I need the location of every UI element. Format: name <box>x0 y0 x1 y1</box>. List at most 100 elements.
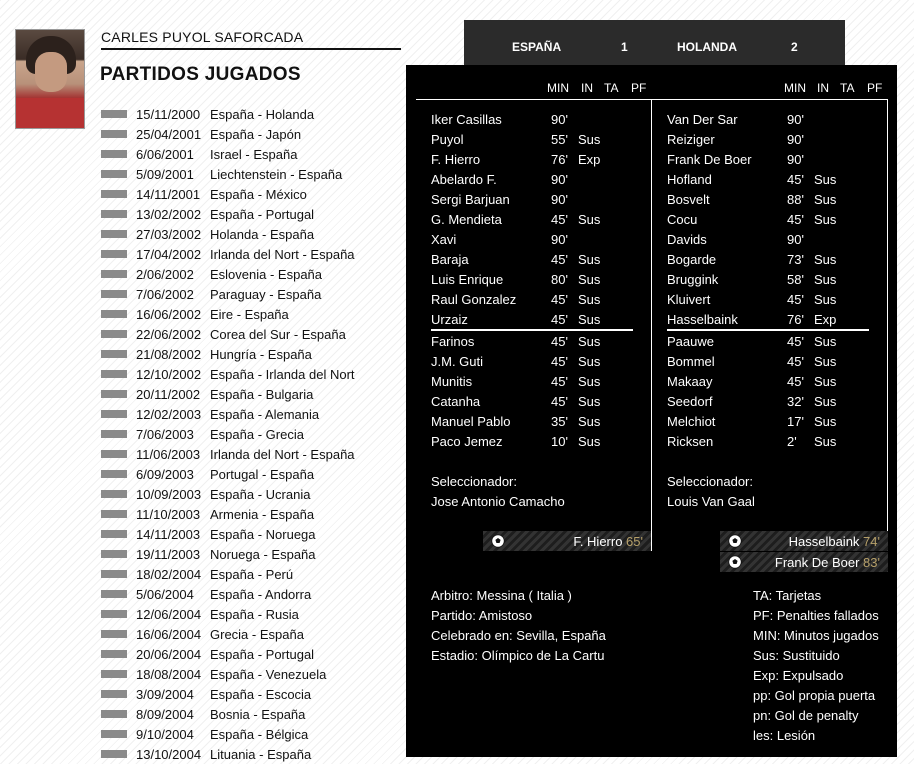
player-name: Makaay <box>667 374 713 389</box>
player-row: Bogarde 73' Sus <box>667 249 877 269</box>
match-list-item[interactable]: 22/06/2002 Corea del Sur - España <box>101 324 401 344</box>
match-list-item[interactable]: 13/02/2002 España - Portugal <box>101 204 401 224</box>
match-marker-icon <box>101 350 127 358</box>
player-minutes: 73' <box>787 252 804 267</box>
player-minutes: 45' <box>551 312 568 327</box>
player-row: Reiziger 90' <box>667 129 877 149</box>
match-teams[interactable]: España - Irlanda del Nort <box>210 367 355 382</box>
match-list-item[interactable]: 17/04/2002 Irlanda del Nort - España <box>101 244 401 264</box>
match-date: 7/06/2003 <box>136 426 194 442</box>
player-minutes: 88' <box>787 192 804 207</box>
match-teams[interactable]: España - Portugal <box>210 647 314 662</box>
match-teams[interactable]: España - Perú <box>210 567 293 582</box>
player-minutes: 76' <box>551 152 568 167</box>
match-list-item[interactable]: 19/11/2003 Noruega - España <box>101 544 401 564</box>
match-list-item[interactable]: 20/06/2004 España - Portugal <box>101 644 401 664</box>
match-list-item[interactable]: 6/06/2001 Israel - España <box>101 144 401 164</box>
match-teams[interactable]: España - Grecia <box>210 427 304 442</box>
player-row: F. Hierro 76' Exp <box>431 149 641 169</box>
match-list-item[interactable]: 10/09/2003 España - Ucrania <box>101 484 401 504</box>
match-list-item[interactable]: 16/06/2004 Grecia - España <box>101 624 401 644</box>
match-list-item[interactable]: 6/09/2003 Portugal - España <box>101 464 401 484</box>
match-teams[interactable]: Corea del Sur - España <box>210 327 346 342</box>
match-teams[interactable]: España - Ucrania <box>210 487 310 502</box>
match-teams[interactable]: Liechtenstein - España <box>210 167 342 182</box>
match-teams[interactable]: España - Escocia <box>210 687 311 702</box>
match-teams[interactable]: España - Venezuela <box>210 667 326 682</box>
match-teams[interactable]: Noruega - España <box>210 547 316 562</box>
match-list-item[interactable]: 5/06/2004 España - Andorra <box>101 584 401 604</box>
match-teams[interactable]: Portugal - España <box>210 467 314 482</box>
legend-item: TA: Tarjetas <box>753 588 822 603</box>
match-list-item[interactable]: 12/06/2004 España - Rusia <box>101 604 401 624</box>
match-teams[interactable]: Bosnia - España <box>210 707 305 722</box>
match-teams[interactable]: España - Rusia <box>210 607 299 622</box>
player-name: Paco Jemez <box>431 434 503 449</box>
match-list-item[interactable]: 7/06/2002 Paraguay - España <box>101 284 401 304</box>
player-status: Sus <box>578 312 601 327</box>
player-row: Abelardo F. 90' <box>431 169 641 189</box>
match-marker-icon <box>101 630 127 638</box>
player-name: Hofland <box>667 172 712 187</box>
match-marker-icon <box>101 470 127 478</box>
match-list-item[interactable]: 3/09/2004 España - Escocia <box>101 684 401 704</box>
match-teams[interactable]: España - Bulgaria <box>210 387 313 402</box>
player-name: Catanha <box>431 394 481 409</box>
match-teams[interactable]: Grecia - España <box>210 627 304 642</box>
home-team-name: ESPAÑA <box>512 40 562 54</box>
player-minutes: 10' <box>551 434 568 449</box>
player-row: Raul Gonzalez 45' Sus <box>431 289 641 309</box>
player-status: Sus <box>578 394 601 409</box>
match-list-item[interactable]: 7/06/2003 España - Grecia <box>101 424 401 444</box>
match-marker-icon <box>101 450 127 458</box>
match-teams[interactable]: España - Alemania <box>210 407 319 422</box>
home-coach-label: Seleccionador: <box>431 474 517 489</box>
match-teams[interactable]: España - Japón <box>210 127 301 142</box>
match-teams[interactable]: Holanda - España <box>210 227 314 242</box>
match-list-item[interactable]: 25/04/2001 España - Japón <box>101 124 401 144</box>
match-teams[interactable]: Israel - España <box>210 147 297 162</box>
match-teams[interactable]: Eslovenia - España <box>210 267 322 282</box>
player-status: Sus <box>814 292 837 307</box>
match-list-item[interactable]: 13/10/2004 Lituania - España <box>101 744 401 764</box>
match-teams[interactable]: Irlanda del Nort - España <box>210 247 355 262</box>
match-list-item[interactable]: 20/11/2002 España - Bulgaria <box>101 384 401 404</box>
match-list-item[interactable]: 12/02/2003 España - Alemania <box>101 404 401 424</box>
match-teams[interactable]: España - Holanda <box>210 107 314 122</box>
match-list-item[interactable]: 8/09/2004 Bosnia - España <box>101 704 401 724</box>
player-row: Melchiot 17' Sus <box>667 411 877 431</box>
match-list-item[interactable]: 18/02/2004 España - Perú <box>101 564 401 584</box>
match-teams[interactable]: España - México <box>210 187 307 202</box>
match-list-item[interactable]: 18/08/2004 España - Venezuela <box>101 664 401 684</box>
col-ta-home: TA <box>604 81 619 95</box>
match-teams[interactable]: España - Portugal <box>210 207 314 222</box>
match-teams[interactable]: Lituania - España <box>210 747 311 762</box>
player-name: Hasselbaink <box>667 312 738 327</box>
match-teams[interactable]: España - Bélgica <box>210 727 308 742</box>
player-name: Sergi Barjuan <box>431 192 510 207</box>
match-teams[interactable]: Paraguay - España <box>210 287 321 302</box>
match-list-item[interactable]: 14/11/2001 España - México <box>101 184 401 204</box>
match-teams[interactable]: España - Noruega <box>210 527 316 542</box>
player-minutes: 45' <box>551 394 568 409</box>
match-date: 19/11/2003 <box>136 546 201 562</box>
match-list-item[interactable]: 2/06/2002 Eslovenia - España <box>101 264 401 284</box>
match-list-item[interactable]: 12/10/2002 España - Irlanda del Nort <box>101 364 401 384</box>
match-teams[interactable]: Hungría - España <box>210 347 312 362</box>
match-list-item[interactable]: 27/03/2002 Holanda - España <box>101 224 401 244</box>
match-list-item[interactable]: 9/10/2004 España - Bélgica <box>101 724 401 744</box>
match-list-item[interactable]: 21/08/2002 Hungría - España <box>101 344 401 364</box>
match-list-item[interactable]: 14/11/2003 España - Noruega <box>101 524 401 544</box>
player-minutes: 2' <box>787 434 797 449</box>
player-status: Sus <box>814 334 837 349</box>
match-list-item[interactable]: 16/06/2002 Eire - España <box>101 304 401 324</box>
match-list-item[interactable]: 11/06/2003 Irlanda del Nort - España <box>101 444 401 464</box>
match-teams[interactable]: España - Andorra <box>210 587 311 602</box>
match-list-item[interactable]: 5/09/2001 Liechtenstein - España <box>101 164 401 184</box>
match-teams[interactable]: Armenia - España <box>210 507 314 522</box>
match-teams[interactable]: Irlanda del Nort - España <box>210 447 355 462</box>
match-list-item[interactable]: 15/11/2000 España - Holanda <box>101 104 401 124</box>
match-teams[interactable]: Eire - España <box>210 307 289 322</box>
match-list-item[interactable]: 11/10/2003 Armenia - España <box>101 504 401 524</box>
legend: TA: Tarjetas PF: Penalties fallados MIN: M… <box>753 588 879 748</box>
